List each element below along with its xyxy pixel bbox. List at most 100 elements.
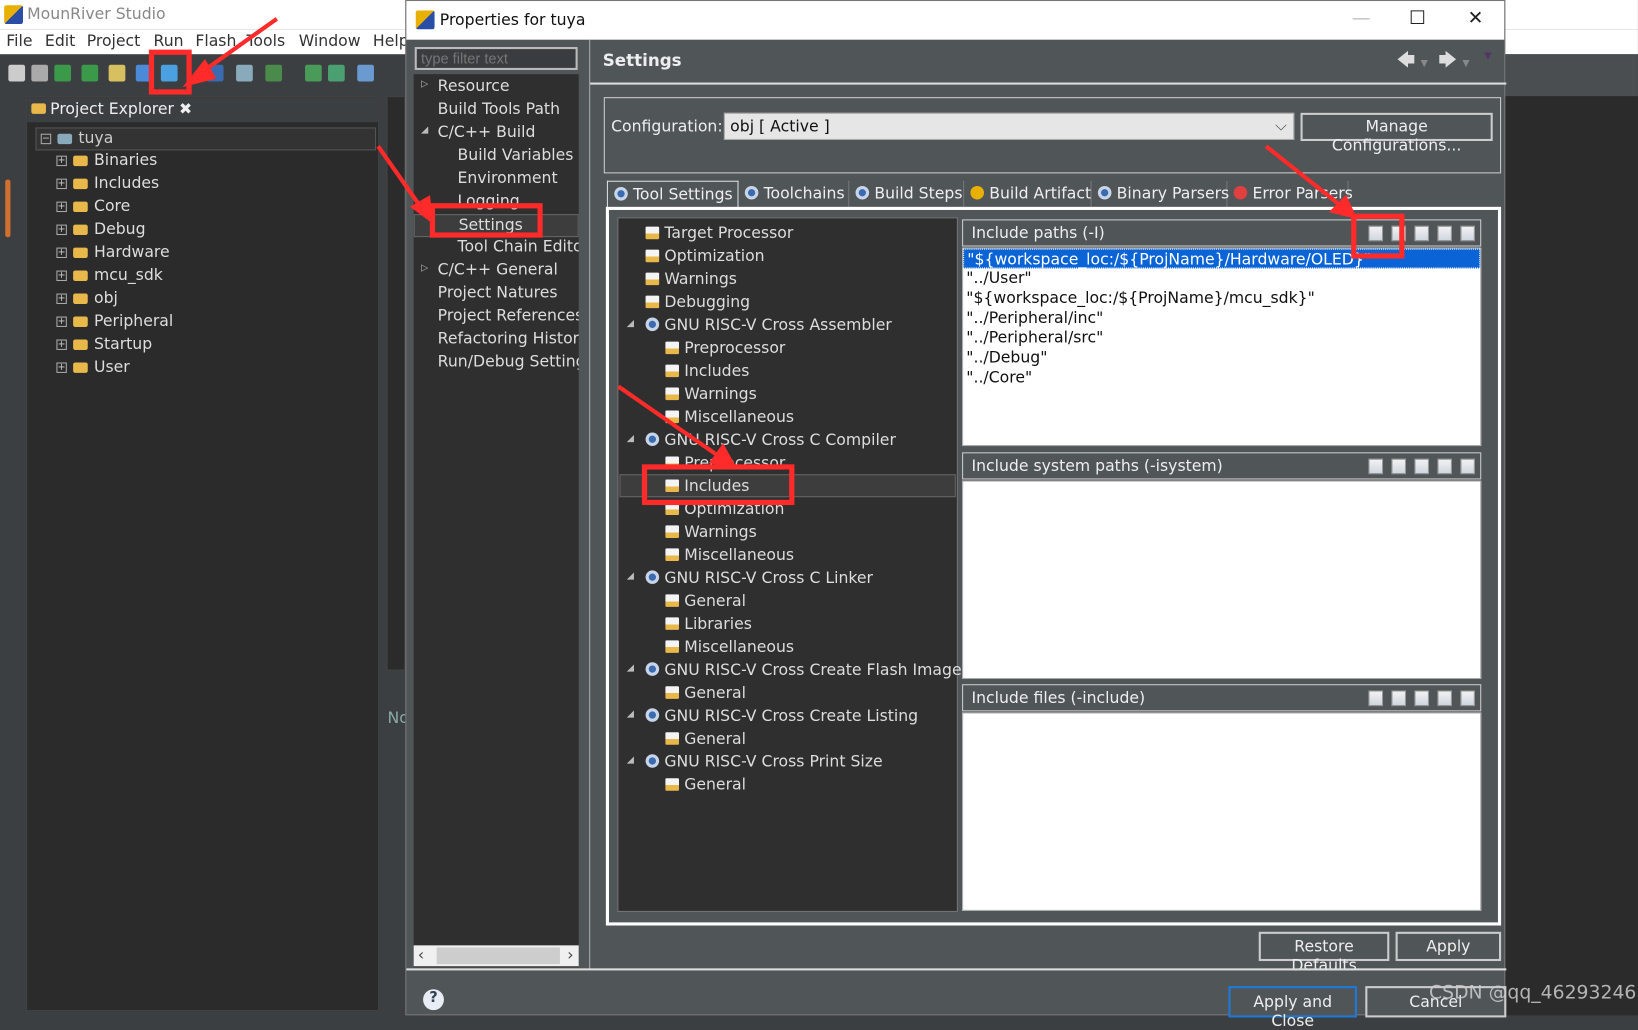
delete-icon[interactable] <box>1391 225 1407 242</box>
expand-icon[interactable]: + <box>56 247 67 259</box>
toolbar-button-icon[interactable] <box>357 64 374 82</box>
expand-icon[interactable]: + <box>56 316 67 327</box>
tool-tree-item[interactable]: Preprocessor <box>665 338 785 361</box>
apply-button[interactable]: Apply <box>1395 931 1502 962</box>
collapsed-icon[interactable]: ▷ <box>421 263 428 273</box>
nav-item-project-natures[interactable]: Project Natures <box>438 283 558 306</box>
tree-item[interactable]: + Core <box>56 196 130 219</box>
tree-item[interactable]: + Hardware <box>56 242 170 265</box>
nav-back-icon[interactable]: 🡄 ▼ <box>1397 47 1428 77</box>
tree-item[interactable]: + obj <box>56 288 118 311</box>
tab-toolchains[interactable]: Toolchains <box>739 180 850 208</box>
nav-item-run-debug-settings[interactable]: Run/Debug Settings <box>438 352 579 375</box>
tool-tree-item[interactable]: GNU RISC-V Cross Create Flash Image <box>645 660 962 683</box>
move-down-icon[interactable] <box>1460 458 1475 475</box>
tool-tree-item[interactable]: GNU RISC-V Cross Create Listing <box>645 706 918 729</box>
nav-item-logging[interactable]: Logging <box>458 191 520 214</box>
toolbar-button-icon[interactable] <box>160 64 178 82</box>
close-dialog-icon[interactable]: ✕ <box>1468 7 1484 29</box>
menu-flash[interactable]: Flash <box>195 31 236 50</box>
include-path-item[interactable]: "../User" <box>963 268 1480 288</box>
expanded-icon[interactable]: ◢ <box>627 319 634 329</box>
toolbar-button-icon[interactable] <box>8 64 26 82</box>
menu-window[interactable]: Window <box>299 31 361 50</box>
filter-input[interactable] <box>414 47 578 70</box>
toolbar-button-icon[interactable] <box>305 64 322 82</box>
move-down-icon[interactable] <box>1460 225 1475 242</box>
menu-tools[interactable]: Tools <box>247 31 286 50</box>
nav-item-c-c-build[interactable]: C/C++ Build <box>438 122 536 145</box>
delete-icon[interactable] <box>1391 458 1407 475</box>
tab-build-steps[interactable]: Build Steps <box>849 180 965 208</box>
nav-item-build-variables[interactable]: Build Variables <box>458 145 574 168</box>
expand-icon[interactable]: + <box>56 224 67 236</box>
include-path-item[interactable]: "../Peripheral/src" <box>963 328 1480 348</box>
delete-icon[interactable] <box>1391 690 1407 707</box>
tab-tool-settings[interactable]: Tool Settings <box>606 180 739 208</box>
tool-tree-item[interactable]: Warnings <box>645 270 737 293</box>
expanded-icon[interactable]: ◢ <box>421 125 428 135</box>
tool-tree-item[interactable]: Includes <box>665 476 749 499</box>
tree-item[interactable]: + mcu_sdk <box>56 265 163 288</box>
toolbar-button-icon[interactable] <box>135 64 153 82</box>
expand-icon[interactable]: + <box>56 270 67 281</box>
toolbar-button-icon[interactable] <box>108 64 126 82</box>
nav-item-c-c-general[interactable]: C/C++ General <box>438 260 558 283</box>
move-up-icon[interactable] <box>1437 690 1452 707</box>
tree-item[interactable]: + Startup <box>56 334 152 357</box>
tool-tree-item[interactable]: GNU RISC-V Cross Print Size <box>645 752 883 775</box>
tab-binary-parsers[interactable]: Binary Parsers <box>1092 180 1229 208</box>
move-up-icon[interactable] <box>1437 225 1452 242</box>
toolbar-button-icon[interactable] <box>206 64 224 82</box>
nav-forward-icon[interactable]: 🡆 ▼ <box>1438 47 1469 77</box>
tool-tree-item[interactable]: GNU RISC-V Cross Assembler <box>645 315 892 338</box>
tool-tree-item[interactable]: Includes <box>665 361 749 384</box>
include-path-item[interactable]: "${workspace_loc:/${ProjName}/mcu_sdk}" <box>963 288 1480 308</box>
add-icon[interactable] <box>1368 690 1384 707</box>
include-path-item[interactable]: "../Core" <box>963 368 1480 388</box>
include-path-item[interactable]: "${workspace_loc:/${ProjName}/Hardware/O… <box>963 248 1481 269</box>
include-list[interactable]: "${workspace_loc:/${ProjName}/Hardware/O… <box>962 247 1482 447</box>
menu-run[interactable]: Run <box>154 31 184 50</box>
menu-help[interactable]: Help <box>373 31 409 50</box>
expand-icon[interactable]: + <box>56 178 67 190</box>
close-icon[interactable]: ✖ <box>179 99 192 118</box>
collapsed-icon[interactable]: ▷ <box>421 79 428 89</box>
tree-item[interactable]: + Binaries <box>56 150 157 173</box>
expanded-icon[interactable]: ◢ <box>627 571 634 581</box>
nav-item-project-references[interactable]: Project References <box>438 306 579 329</box>
include-path-item[interactable]: "../Peripheral/inc" <box>963 308 1480 328</box>
tool-tree-item[interactable]: Libraries <box>665 614 752 637</box>
tool-tree-item[interactable]: Preprocessor <box>665 453 785 476</box>
tool-tree-item[interactable]: General <box>665 775 746 798</box>
tool-tree-item[interactable]: General <box>665 591 746 614</box>
tool-tree-item[interactable]: GNU RISC-V Cross C Linker <box>645 568 873 591</box>
tree-item-tuya[interactable]: − tuya <box>35 127 377 151</box>
tool-tree-item[interactable]: Miscellaneous <box>665 545 794 568</box>
edit-icon[interactable] <box>1414 458 1430 475</box>
toolbar-button-icon[interactable] <box>236 64 253 82</box>
nav-item-refactoring-history[interactable]: Refactoring History <box>438 329 579 352</box>
expanded-icon[interactable]: ◢ <box>627 434 634 444</box>
expand-icon[interactable]: + <box>56 362 67 373</box>
expand-icon[interactable]: + <box>56 339 67 350</box>
nav-item-environment[interactable]: Environment <box>458 168 558 191</box>
tool-tree-item[interactable]: Target Processor <box>645 224 793 247</box>
include-path-item[interactable]: "../Debug" <box>963 348 1480 368</box>
manage-configurations-button[interactable]: Manage Configurations... <box>1300 112 1493 155</box>
toolbar-button-icon[interactable] <box>31 64 49 82</box>
menu-file[interactable]: File <box>6 31 32 50</box>
tree-item[interactable]: + Debug <box>56 219 146 242</box>
tool-tree-item[interactable]: Miscellaneous <box>665 407 794 430</box>
add-icon[interactable] <box>1368 225 1384 242</box>
expanded-icon[interactable]: ◢ <box>627 663 634 673</box>
nav-item-build-tools-path[interactable]: Build Tools Path <box>438 99 560 122</box>
move-up-icon[interactable] <box>1437 458 1452 475</box>
tool-tree-item[interactable]: General <box>665 683 746 706</box>
tree-item[interactable]: + User <box>56 357 130 380</box>
menu-edit[interactable]: Edit <box>45 31 75 50</box>
help-icon[interactable]: ? <box>423 989 444 1011</box>
tool-tree-item[interactable]: Warnings <box>665 522 757 545</box>
toolbar-button-icon[interactable] <box>54 64 72 82</box>
expanded-icon[interactable]: ◢ <box>627 755 634 765</box>
